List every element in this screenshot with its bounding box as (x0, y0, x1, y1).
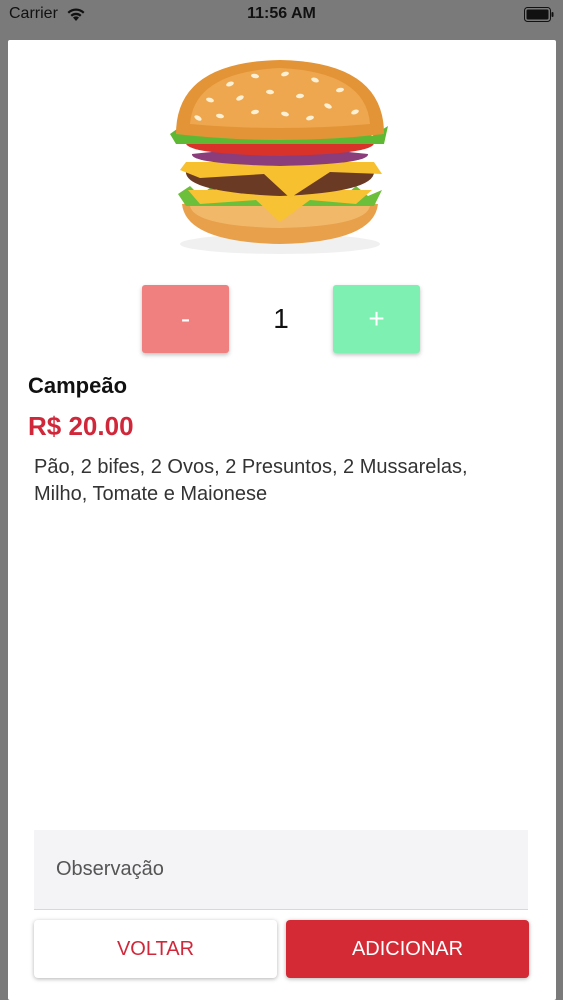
back-button[interactable]: VOLTAR (34, 920, 277, 978)
burger-image (160, 54, 400, 259)
product-description: Pão, 2 bifes, 2 Ovos, 2 Presuntos, 2 Mus… (34, 456, 468, 505)
product-price: R$ 20.00 (28, 411, 134, 441)
product-modal: - 1 + Campeão R$ 20.00 Pão, 2 bifes, 2 O… (8, 40, 556, 1000)
quantity-value: 1 (273, 303, 289, 334)
quantity-stepper: - 1 + (142, 285, 421, 353)
product-name: Campeão (28, 373, 128, 398)
status-time: 11:56 AM (247, 5, 316, 22)
add-to-cart-button[interactable]: ADICIONAR (286, 920, 529, 978)
battery-icon (524, 7, 554, 22)
status-bar: Carrier 11:56 AM (0, 0, 563, 30)
increase-quantity-button[interactable]: + (333, 285, 420, 353)
decrease-quantity-button[interactable]: - (142, 285, 229, 353)
observation-field[interactable] (34, 830, 528, 910)
